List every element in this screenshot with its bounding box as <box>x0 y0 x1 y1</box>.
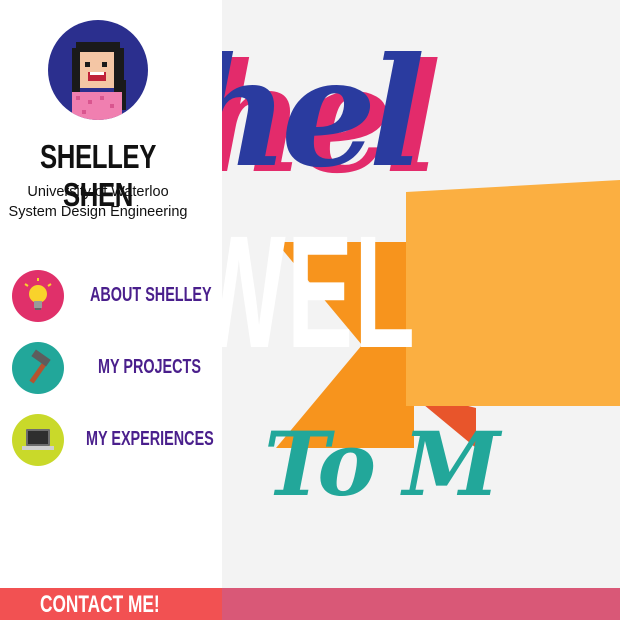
hero-banner: hel hel WEL To M <box>222 0 620 588</box>
nav-label-about: ABOUT SHELLEY <box>90 284 212 306</box>
footer-bar: CONTACT ME! <box>0 588 620 620</box>
nav-item-projects[interactable]: MY PROJECTS <box>12 342 212 394</box>
profile-program: System Design Engineering <box>8 204 188 220</box>
hammer-icon <box>12 342 64 394</box>
laptop-icon <box>12 414 64 466</box>
contact-button[interactable]: CONTACT ME! <box>0 588 222 620</box>
pixel-portrait-icon <box>72 42 126 120</box>
sidebar: SHELLEY SHEN University of Waterloo Syst… <box>0 0 222 588</box>
banner-panel <box>406 180 620 406</box>
profile-school: University of Waterloo <box>27 184 169 200</box>
welcome-text: WEL <box>222 202 417 381</box>
nav-item-experiences[interactable]: MY EXPERIENCES <box>12 414 214 466</box>
avatar <box>48 20 148 120</box>
to-my-text: To M <box>264 412 500 516</box>
nav-label-experiences: MY EXPERIENCES <box>86 428 214 450</box>
contact-label: CONTACT ME! <box>40 591 160 618</box>
nav-label-projects: MY PROJECTS <box>98 356 201 378</box>
profile-name: SHELLEY SHEN <box>39 138 156 213</box>
nav-item-about[interactable]: ABOUT SHELLEY <box>12 270 212 322</box>
hello-text: hel <box>222 25 426 201</box>
lightbulb-icon <box>12 270 64 322</box>
